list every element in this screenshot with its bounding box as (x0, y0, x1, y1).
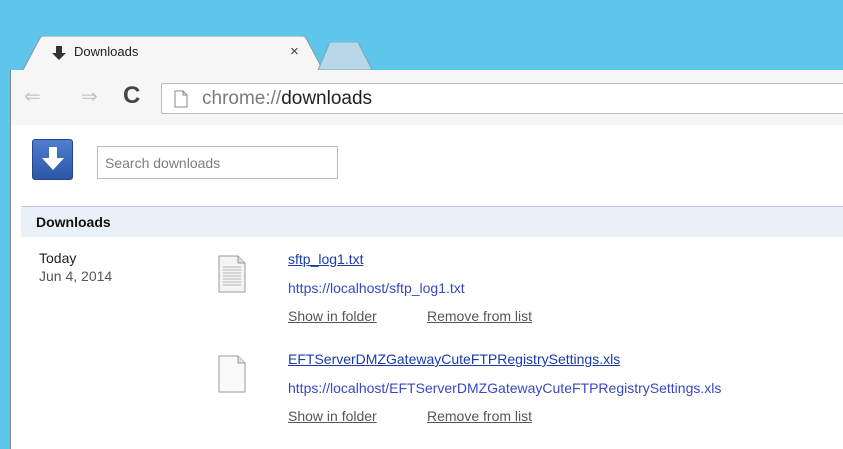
search-input[interactable] (97, 146, 338, 179)
downloads-logo (32, 139, 73, 180)
show-in-folder-link[interactable]: Show in folder (288, 308, 377, 324)
file-url-link[interactable]: https://localhost/EFTServerDMZGatewayCut… (288, 380, 721, 396)
tab-strip: Downloads × (10, 0, 843, 72)
url-path: downloads (281, 88, 373, 109)
section-header: Downloads (21, 206, 843, 237)
forward-button[interactable]: ⇒ (81, 87, 98, 107)
date-group: Today Jun 4, 2014 (39, 249, 112, 285)
browser-window: Downloads × ⇐ ⇒ C chrome://downloads Sea… (10, 0, 843, 449)
reload-button[interactable]: C (123, 84, 140, 108)
remove-from-list-link[interactable]: Remove from list (427, 308, 532, 324)
close-tab-icon[interactable]: × (290, 43, 299, 60)
back-button[interactable]: ⇐ (24, 87, 41, 107)
url-scheme: chrome:// (202, 88, 282, 109)
date-label: Today (39, 250, 77, 266)
text-file-icon (218, 255, 246, 298)
page-content: Downloads Today Jun 4, 2014 sftp (10, 125, 843, 449)
file-url-link[interactable]: https://localhost/sftp_log1.txt (288, 280, 465, 296)
url-text: chrome://downloads (202, 88, 372, 110)
download-arrow-icon (42, 147, 64, 170)
remove-from-list-link[interactable]: Remove from list (427, 408, 532, 424)
download-arrow-icon (51, 45, 67, 61)
tab-title: Downloads (74, 44, 139, 59)
address-bar[interactable]: chrome://downloads (161, 83, 843, 114)
file-name-link[interactable]: sftp_log1.txt (288, 251, 364, 267)
file-name-link[interactable]: EFTServerDMZGatewayCuteFTPRegistrySettin… (288, 351, 620, 367)
show-in-folder-link[interactable]: Show in folder (288, 408, 377, 424)
section-title: Downloads (36, 214, 111, 230)
tab-downloads[interactable]: Downloads × (22, 36, 324, 72)
blank-file-icon (218, 355, 246, 398)
date-value: Jun 4, 2014 (39, 268, 113, 284)
page-icon (174, 90, 188, 113)
toolbar: ⇐ ⇒ C chrome://downloads (10, 70, 843, 125)
new-tab-button[interactable] (317, 41, 373, 71)
